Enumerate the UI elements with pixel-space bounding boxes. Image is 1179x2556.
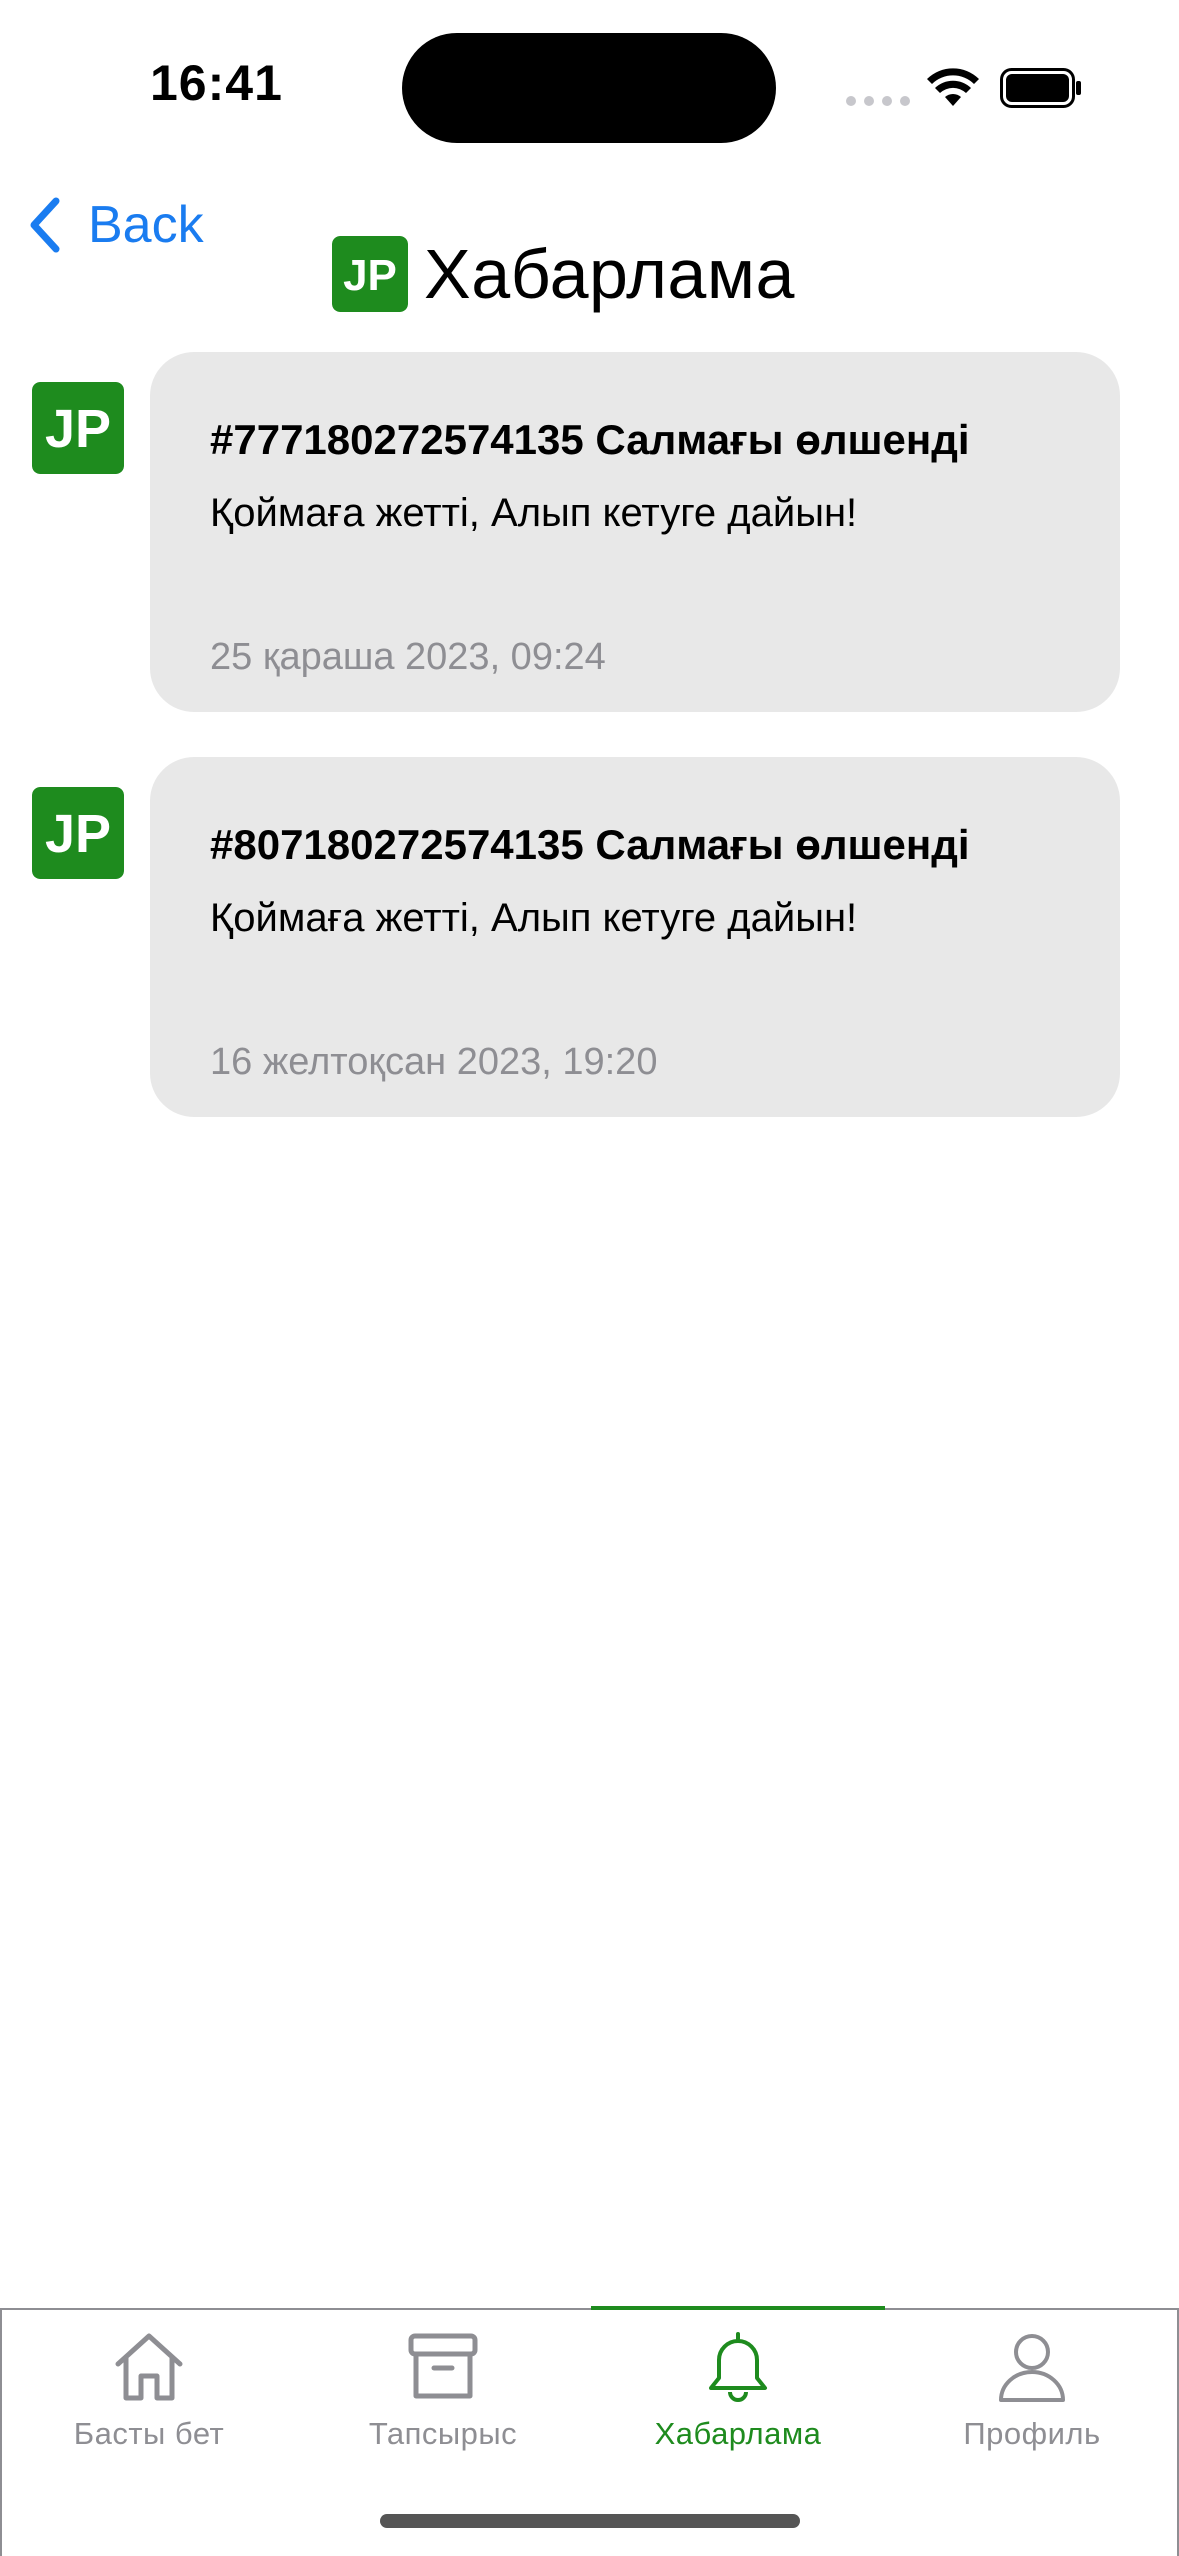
home-indicator[interactable] bbox=[380, 2514, 800, 2528]
back-button[interactable]: Back bbox=[24, 190, 204, 260]
nav-title-group: JP Хабарлама bbox=[332, 232, 795, 316]
cellular-signal-icon bbox=[846, 96, 910, 106]
message-date: 25 қараша 2023, 09:24 bbox=[210, 636, 606, 678]
home-icon bbox=[115, 2333, 183, 2401]
tab-label: Тапсырыс bbox=[368, 2416, 518, 2451]
tab-profile[interactable]: Профиль bbox=[885, 2310, 1179, 2510]
avatar-text: JP bbox=[45, 804, 111, 864]
message-body: Қоймаға жетті, Алып кетуге дайын! bbox=[210, 491, 858, 535]
message-bubble[interactable]: #777180272574135 Салмағы өлшенді Қоймаға… bbox=[150, 352, 1120, 712]
chevron-left-icon bbox=[30, 197, 60, 253]
tab-label: Хабарлама bbox=[654, 2416, 822, 2451]
logo-text: JP bbox=[343, 251, 397, 300]
tab-label: Профиль bbox=[963, 2416, 1101, 2451]
back-label: Back bbox=[88, 196, 204, 254]
tab-orders[interactable]: Тапсырыс bbox=[296, 2310, 590, 2510]
sender-avatar: JP bbox=[32, 787, 124, 879]
message-bubble[interactable]: #807180272574135 Салмағы өлшенді Қоймаға… bbox=[150, 757, 1120, 1117]
tab-label: Басты бет bbox=[73, 2416, 225, 2451]
tab-notifications[interactable]: Хабарлама bbox=[591, 2310, 885, 2510]
bell-icon bbox=[709, 2332, 767, 2402]
message-title: #777180272574135 Салмағы өлшенді bbox=[210, 416, 970, 463]
tab-home[interactable]: Басты бет bbox=[2, 2310, 296, 2510]
battery-icon bbox=[1000, 68, 1081, 108]
person-icon bbox=[999, 2334, 1065, 2402]
message-date: 16 желтоқсан 2023, 19:20 bbox=[210, 1041, 658, 1083]
message-title: #807180272574135 Салмағы өлшенді bbox=[210, 821, 970, 868]
avatar-text: JP bbox=[45, 399, 111, 459]
dynamic-island bbox=[402, 33, 776, 143]
page-title: Хабарлама bbox=[424, 235, 795, 313]
status-time: 16:41 bbox=[150, 55, 283, 111]
jp-logo: JP bbox=[332, 236, 408, 312]
wifi-icon bbox=[927, 68, 979, 106]
sender-avatar: JP bbox=[32, 382, 124, 474]
message-body: Қоймаға жетті, Алып кетуге дайын! bbox=[210, 896, 858, 940]
archive-box-icon bbox=[408, 2333, 478, 2399]
